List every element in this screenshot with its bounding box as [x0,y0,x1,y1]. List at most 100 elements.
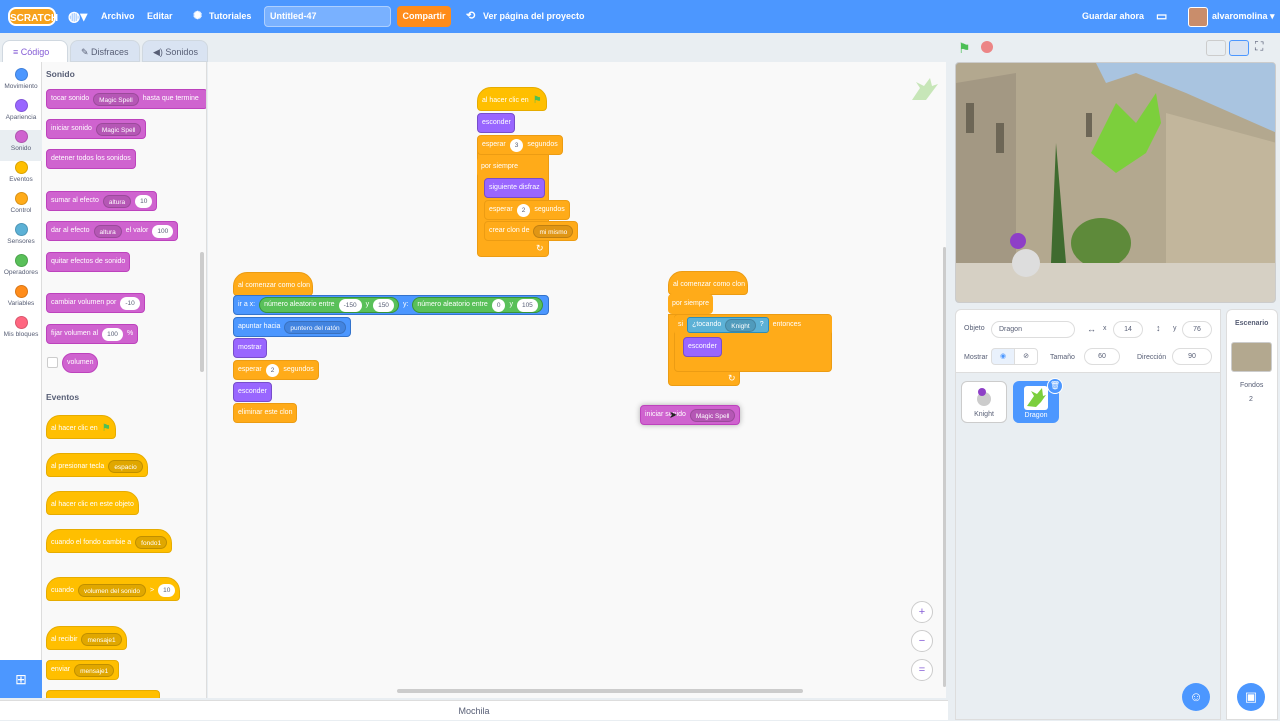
block-when-greater-than[interactable]: cuando volumen del sonido >10 [46,577,181,601]
category-looks[interactable]: Apariencia [0,99,42,121]
size-input[interactable]: 60 [1084,348,1120,365]
clone-dropdown[interactable]: mi mismo [533,224,574,238]
number-input[interactable]: 3 [509,138,524,152]
add-backdrop-button[interactable]: ▣ [1237,683,1265,711]
vertical-scrollbar[interactable] [943,247,946,687]
number-input[interactable]: 105 [516,298,538,312]
dragged-block-start-sound[interactable]: iniciar sonido Magic Spell [640,405,741,425]
tab-sounds[interactable]: ◀) Sonidos [142,40,208,62]
block-if[interactable]: si ¿tocando Knight? entonces [674,315,832,335]
block-hide[interactable]: esconder [683,337,722,357]
block-touching[interactable]: ¿tocando Knight? [687,317,769,333]
block-wait[interactable]: esperar 3 segundos [477,135,563,155]
block-delete-clone[interactable]: eliminar este clon [233,403,298,423]
block-start-sound[interactable]: iniciar sonido Magic Spell [46,119,147,139]
block-hide[interactable]: esconder [233,382,272,402]
sprite-name-input[interactable]: Dragon [991,321,1075,338]
tutorials-menu[interactable]: Tutoriales [209,0,251,33]
file-menu[interactable]: Archivo [101,0,135,33]
block-when-flag-clicked[interactable]: al hacer clic en ⚑ [477,87,547,111]
zoom-out-button[interactable]: − [911,630,933,652]
script-area[interactable]: al hacer clic en ⚑ esconder esperar 3 segun… [208,62,946,698]
category-my-blocks[interactable]: Mis bloques [0,316,42,338]
green-flag-icon[interactable]: ⚑ [958,40,971,57]
zoom-reset-button[interactable]: = [911,659,933,681]
block-set-effect[interactable]: dar al efecto altura el valor 100 [46,221,179,241]
block-go-to-xy[interactable]: ir a x: número aleatorio entre -150 y 150 y… [233,295,549,315]
block-broadcast-and-wait[interactable] [46,690,160,698]
add-sprite-button[interactable]: ☺ [1182,683,1210,711]
stage-target-panel[interactable]: Escenario Fondos 2 [1226,309,1278,720]
see-project-page-button[interactable]: Ver página del proyecto [483,0,585,33]
folder-icon[interactable]: ▭ [1156,0,1167,33]
block-change-effect[interactable]: sumar al efecto altura 10 [46,191,158,211]
number-input[interactable]: 100 [102,327,123,341]
number-input[interactable]: -10 [120,296,140,310]
effect-dropdown[interactable]: altura [93,224,122,238]
number-input[interactable]: 10 [135,194,153,208]
sound-dropdown[interactable]: Magic Spell [689,408,736,422]
scratch-logo[interactable]: SCRATCH [8,7,58,26]
block-when-sprite-clicked[interactable]: al hacer clic en este objeto [46,491,139,515]
sound-dropdown[interactable]: Magic Spell [93,92,139,106]
add-extension-button[interactable]: ⊞ [0,660,42,698]
block-play-sound-until-done[interactable]: tocar sonido Magic Spell hasta que termine [46,89,206,109]
message-dropdown[interactable]: mensaje1 [81,633,122,646]
backdrop-dropdown[interactable]: fondo1 [135,536,168,549]
category-sensing[interactable]: Sensores [0,223,42,245]
palette-scrollbar[interactable] [200,252,204,372]
number-input[interactable]: 2 [516,203,531,217]
sprite-thumb-knight[interactable]: Knight [961,381,1007,423]
block-when-start-as-clone[interactable]: al comenzar como clon [233,272,313,296]
volume-checkbox[interactable] [47,357,58,368]
target-dropdown[interactable]: puntero del ratón [284,320,346,334]
block-show[interactable]: mostrar [233,338,267,358]
block-volume-reporter[interactable]: volumen [62,353,99,373]
x-input[interactable]: 14 [1113,321,1143,338]
stage[interactable] [955,62,1276,303]
block-clear-sound-effects[interactable]: quitar efectos de sonido [46,252,131,272]
small-stage-button[interactable] [1206,40,1226,56]
horizontal-scrollbar[interactable] [397,689,803,693]
block-next-costume[interactable]: siguiente disfraz [484,178,545,198]
number-input[interactable]: 10 [158,584,176,597]
effect-dropdown[interactable]: altura [102,194,132,208]
block-when-flag-clicked[interactable]: al hacer clic en ⚑ [46,415,116,439]
stop-icon[interactable] [981,41,993,53]
number-input[interactable]: 150 [373,298,394,312]
block-when-backdrop-switches[interactable]: cuando el fondo cambie a fondo1 [46,529,173,553]
zoom-in-button[interactable]: + [911,601,933,623]
block-hide[interactable]: esconder [477,113,515,133]
category-operators[interactable]: Operadores [0,254,42,276]
number-input[interactable]: 0 [491,298,506,312]
category-sound[interactable]: Sonido [0,130,42,161]
direction-input[interactable]: 90 [1172,348,1212,365]
globe-icon[interactable]: ◍▾ [68,0,87,33]
number-input[interactable]: -150 [338,298,362,312]
block-wait[interactable]: esperar 2 segundos [233,360,319,380]
block-when-receive[interactable]: al recibir mensaje1 [46,626,127,650]
block-when-start-as-clone[interactable]: al comenzar como clon [668,271,748,295]
show-button[interactable]: ◉ [991,348,1015,365]
number-input[interactable]: 2 [265,363,280,377]
block-change-volume[interactable]: cambiar volumen por -10 [46,293,145,313]
block-create-clone[interactable]: crear clon de mi mismo [484,221,579,241]
hide-button[interactable]: ⊘ [1014,348,1038,365]
category-motion[interactable]: Movimiento [0,68,42,90]
block-point-towards[interactable]: apuntar hacia puntero del ratón [233,317,351,337]
key-dropdown[interactable]: espacio [108,460,143,473]
username-menu[interactable]: alvaromolina ▾ [1212,0,1275,33]
share-button[interactable]: Compartir [397,6,451,27]
block-stop-all-sounds[interactable]: detener todos los sonidos [46,149,136,169]
sprite-dropdown[interactable]: Knight [725,318,756,332]
block-broadcast[interactable]: enviar mensaje1 [46,660,120,680]
sound-dropdown[interactable]: Magic Spell [95,122,142,136]
block-set-volume[interactable]: fijar volumen al 100% [46,324,139,344]
y-input[interactable]: 76 [1182,321,1212,338]
category-variables[interactable]: Variables [0,285,42,307]
project-title-input[interactable]: Untitled-47 [264,6,391,27]
tab-costumes[interactable]: ✎ Disfraces [70,40,140,62]
edit-menu[interactable]: Editar [147,0,173,33]
number-input[interactable]: 100 [152,224,174,238]
sensor-dropdown[interactable]: volumen del sonido [77,584,146,597]
